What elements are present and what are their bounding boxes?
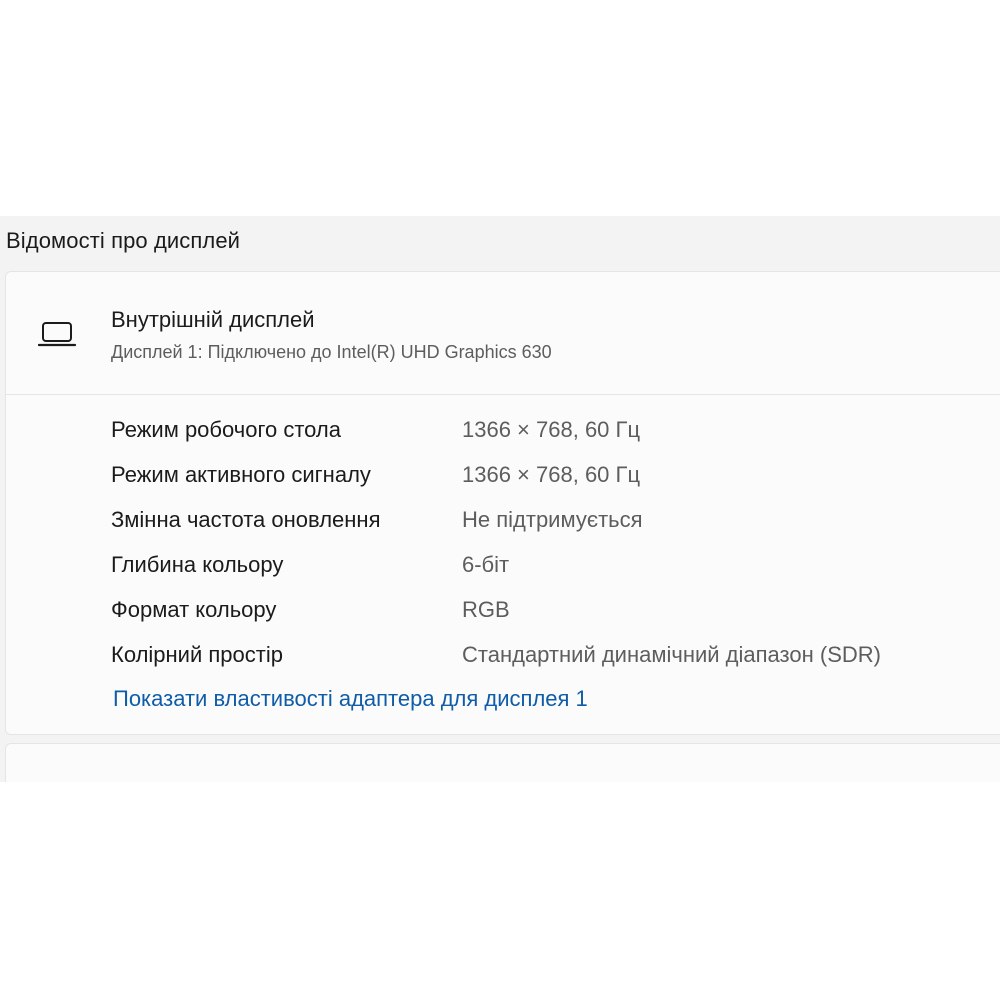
display-info-window: Відомості про дисплей Внутрішній дисплей… xyxy=(0,216,1000,782)
property-row: Формат кольору RGB xyxy=(111,595,991,640)
property-value: 1366 × 768, 60 Гц xyxy=(462,417,641,442)
property-value: Не підтримується xyxy=(462,507,643,532)
property-label: Глибина кольору xyxy=(111,552,284,577)
property-label: Змінна частота оновлення xyxy=(111,507,381,532)
property-value: RGB xyxy=(462,597,510,622)
display-info-card: Внутрішній дисплей Дисплей 1: Підключено… xyxy=(5,271,1000,735)
section-title: Відомості про дисплей xyxy=(6,228,241,253)
adapter-properties-link[interactable]: Показати властивості адаптера для диспле… xyxy=(113,686,588,712)
display-name: Внутрішній дисплей xyxy=(111,307,315,332)
display-description: Дисплей 1: Підключено до Intel(R) UHD Gr… xyxy=(111,342,552,362)
property-value: 1366 × 768, 60 Гц xyxy=(462,462,641,487)
property-label: Формат кольору xyxy=(111,597,277,622)
next-card-clipped-text xyxy=(36,778,126,782)
property-label: Колірний простір xyxy=(111,642,283,667)
property-row: Змінна частота оновлення Не підтримуєтьс… xyxy=(111,505,991,550)
property-row: Режим робочого стола 1366 × 768, 60 Гц xyxy=(111,415,991,460)
property-label: Режим активного сигналу xyxy=(111,462,371,487)
property-row: Глибина кольору 6-біт xyxy=(111,550,991,595)
property-label: Режим робочого стола xyxy=(111,417,342,442)
next-settings-card[interactable] xyxy=(5,743,1000,782)
property-value: Стандартний динамічний діапазон (SDR) xyxy=(462,642,881,667)
display-properties: Режим робочого стола 1366 × 768, 60 Гц Р… xyxy=(111,415,991,685)
laptop-icon xyxy=(37,320,78,350)
property-row: Колірний простір Стандартний динамічний … xyxy=(111,640,991,685)
display-header: Внутрішній дисплей Дисплей 1: Підключено… xyxy=(6,272,1000,395)
property-value: 6-біт xyxy=(462,552,510,577)
property-row: Режим активного сигналу 1366 × 768, 60 Г… xyxy=(111,460,991,505)
